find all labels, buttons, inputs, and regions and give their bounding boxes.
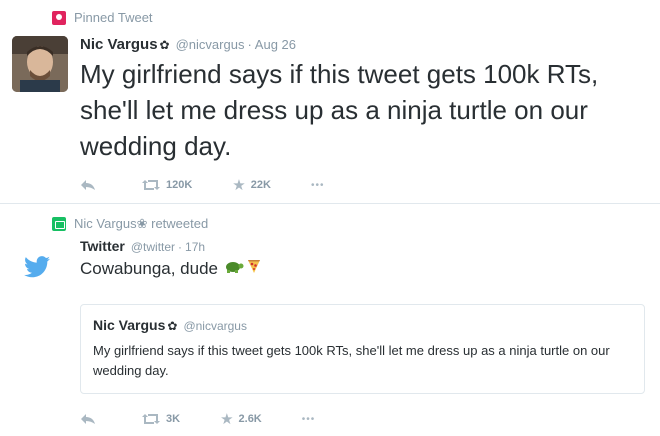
- tweet-text: Cowabunga, dude: [80, 258, 219, 278]
- star-icon: ★: [220, 411, 234, 428]
- timestamp[interactable]: Aug 26: [255, 37, 296, 52]
- retweet-context-icon: [52, 217, 66, 231]
- author-name[interactable]: Nic Vargus: [80, 36, 158, 53]
- pizza-icon: [247, 258, 261, 279]
- retweet-button[interactable]: 3K: [142, 413, 180, 425]
- tweet-text: My girlfriend says if this tweet gets 10…: [80, 59, 599, 161]
- reply-icon: [81, 414, 95, 424]
- more-icon: •••: [310, 179, 325, 191]
- quoted-author-name[interactable]: Nic Vargus: [93, 317, 165, 333]
- avatar[interactable]: [12, 36, 68, 92]
- dot-separator: ·: [178, 240, 183, 254]
- pinned-context: Pinned Tweet: [52, 10, 153, 25]
- dot-separator: ·: [247, 37, 252, 52]
- tweet-actions: 120K ★ 22K •••: [80, 176, 364, 194]
- reply-button[interactable]: [80, 413, 102, 425]
- pinned-tweet[interactable]: Pinned Tweet Nic Vargus ✿ @nicvargus · A…: [0, 0, 660, 204]
- favorite-count: 22K: [250, 179, 271, 191]
- retweet-context: Nic Vargus❀ retweeted: [52, 216, 208, 232]
- timestamp[interactable]: 17h: [185, 240, 205, 254]
- author-name[interactable]: Twitter: [80, 238, 125, 254]
- author-handle[interactable]: @twitter: [131, 240, 175, 254]
- verified-icon: ✿: [159, 38, 170, 52]
- favorite-button[interactable]: ★ 22K: [232, 176, 271, 194]
- reply-button[interactable]: [80, 179, 102, 191]
- retweet-icon: [142, 180, 160, 190]
- retweeted-tweet[interactable]: Nic Vargus❀ retweeted Twitter @twitter ·…: [0, 204, 660, 436]
- favorite-count: 2.6K: [238, 413, 262, 425]
- more-button[interactable]: •••: [302, 414, 316, 425]
- more-icon: •••: [301, 413, 316, 425]
- twitter-bird-icon[interactable]: [24, 256, 50, 283]
- turtle-icon: [224, 259, 244, 279]
- retweeted-label[interactable]: Nic Vargus❀ retweeted: [74, 216, 208, 232]
- tweet-text-row: Cowabunga, dude: [80, 258, 261, 279]
- retweet-button[interactable]: 120K: [142, 179, 192, 191]
- author-handle[interactable]: @nicvargus: [176, 37, 245, 52]
- tweet-header: Twitter @twitter · 17h: [80, 238, 205, 254]
- quoted-header: Nic Vargus ✿ @nicvargus: [93, 317, 247, 333]
- retweet-count: 120K: [166, 179, 193, 191]
- verified-icon: ✿: [167, 319, 178, 333]
- pin-icon: [52, 10, 66, 25]
- quoted-author-handle[interactable]: @nicvargus: [183, 319, 247, 333]
- favorite-button[interactable]: ★ 2.6K: [220, 410, 262, 428]
- star-icon: ★: [232, 177, 246, 194]
- retweet-count: 3K: [166, 413, 181, 425]
- quoted-tweet[interactable]: Nic Vargus ✿ @nicvargus My girlfriend sa…: [80, 304, 645, 394]
- pinned-label: Pinned Tweet: [74, 10, 153, 25]
- quoted-text: My girlfriend says if this tweet gets 10…: [93, 343, 610, 378]
- retweet-icon: [142, 414, 160, 424]
- reply-icon: [81, 180, 95, 190]
- tweet-header: Nic Vargus ✿ @nicvargus · Aug 26: [80, 36, 296, 53]
- tweet-actions: 3K ★ 2.6K •••: [80, 410, 355, 428]
- more-button[interactable]: •••: [311, 180, 325, 191]
